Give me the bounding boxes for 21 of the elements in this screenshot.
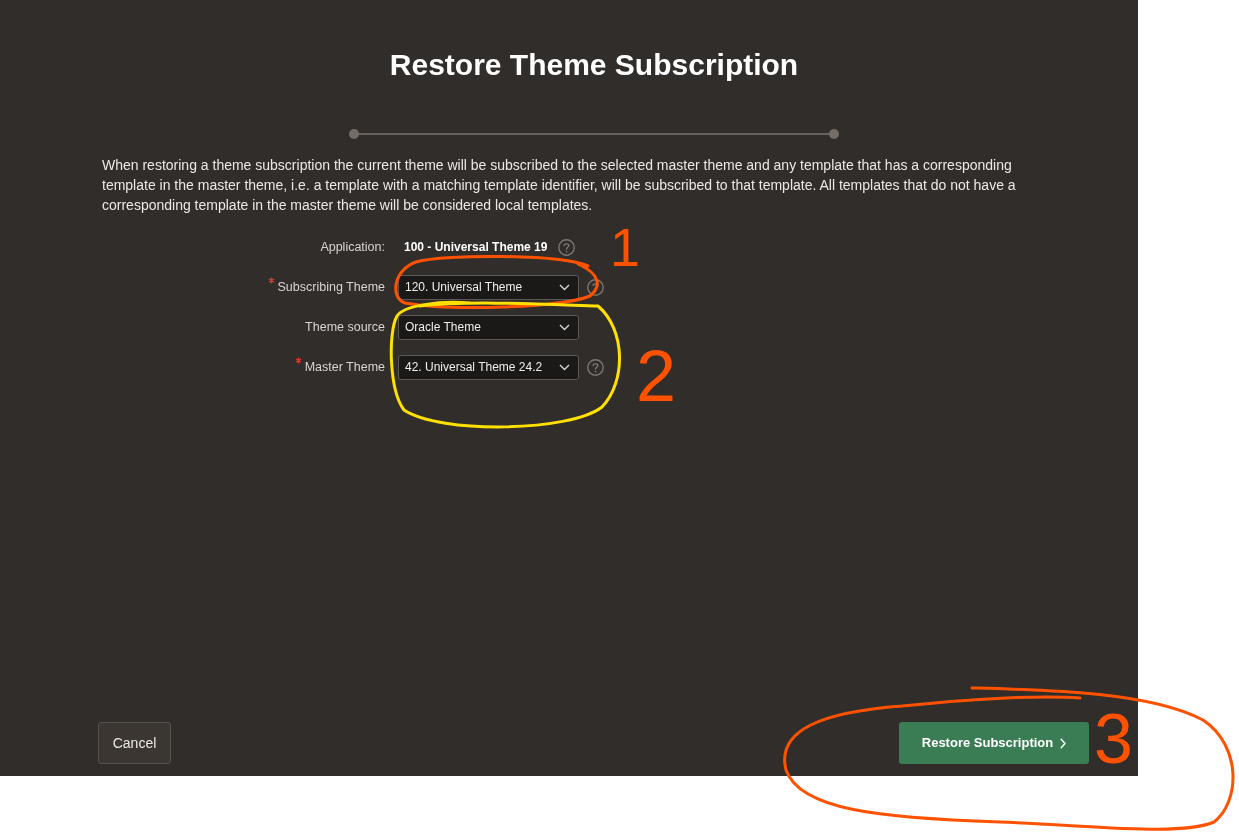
restore-button[interactable]: Restore Subscription xyxy=(899,722,1089,764)
help-icon[interactable] xyxy=(587,358,604,376)
dialog-title: Restore Theme Subscription xyxy=(389,47,799,83)
field-label: Theme source xyxy=(305,318,385,336)
field-label: Subscribing Theme xyxy=(277,278,385,296)
field-label: Application: xyxy=(320,238,385,256)
caret-icon xyxy=(559,323,570,331)
caret-icon xyxy=(559,283,570,291)
description-text: When restoring a theme subscription the current theme will be subscribed to the selected master theme and any template that has a corresponding template in the master theme, i.e. a template with a matching template identifier, will be subscribed to that template. All templates that do not have a corresponding template in the master theme will be considered local templates. xyxy=(102,156,1017,215)
cancel-button[interactable]: Cancel xyxy=(98,722,171,764)
help-icon[interactable] xyxy=(558,238,576,256)
handwritten-number: 2 xyxy=(636,340,677,412)
handwritten-number: 3 xyxy=(1094,704,1133,774)
select-field[interactable]: 42. Universal Theme 24.2 xyxy=(398,354,579,380)
field-label: Master Theme xyxy=(304,358,385,376)
handwritten-number: 1 xyxy=(610,220,641,274)
field-value: 100 - Universal Theme 19 xyxy=(404,239,548,256)
select-field[interactable]: 120. Universal Theme xyxy=(398,274,579,300)
caret-icon xyxy=(559,363,570,371)
help-icon[interactable] xyxy=(587,278,604,296)
select-field[interactable]: Oracle Theme xyxy=(398,314,579,340)
